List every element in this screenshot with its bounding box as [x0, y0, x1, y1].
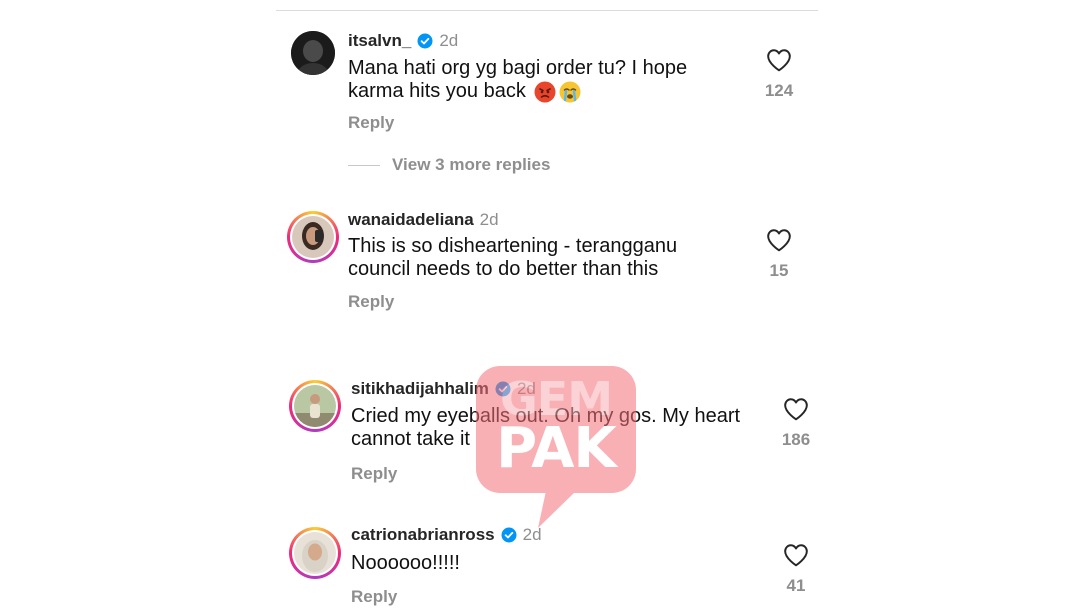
- comment-line: council needs to do better than this: [348, 258, 659, 280]
- like-count: 186: [781, 430, 811, 449]
- like-count: 41: [786, 576, 806, 595]
- comment-line: Noooooo!!!!!: [351, 552, 460, 574]
- avatar-image: [291, 31, 335, 75]
- avatar[interactable]: [291, 31, 335, 75]
- watermark-text-bottom: PAK: [496, 416, 617, 481]
- like-button[interactable]: 15: [754, 228, 804, 281]
- comment-text: Noooooo!!!!!: [351, 552, 751, 575]
- avatar[interactable]: [289, 527, 341, 579]
- avatar-image: [292, 216, 334, 258]
- avatar-image: [294, 532, 336, 574]
- comment-text: Mana hati org yg bagi order tu? I hope k…: [348, 57, 748, 103]
- like-button[interactable]: 124: [754, 48, 804, 101]
- timestamp[interactable]: 2d: [480, 210, 499, 230]
- like-count: 15: [769, 261, 789, 280]
- comment-text: This is so disheartening - terangganu co…: [348, 235, 748, 281]
- angry-face-emoji: [534, 81, 556, 103]
- heart-outline-icon: [767, 229, 791, 252]
- avatar-image: [294, 385, 336, 427]
- heart-outline-icon: [784, 398, 808, 421]
- comment-line: This is so disheartening - terangganu: [348, 235, 678, 257]
- watermark-logo: GEM PAK: [476, 366, 636, 531]
- view-more-label: View 3 more replies: [392, 155, 551, 174]
- avatar[interactable]: [287, 211, 339, 263]
- like-button[interactable]: 41: [771, 543, 821, 596]
- username[interactable]: sitikhadijahhalim: [351, 379, 489, 399]
- reply-button[interactable]: Reply: [348, 292, 394, 312]
- top-divider: [276, 10, 818, 11]
- reply-button[interactable]: Reply: [348, 113, 394, 133]
- username[interactable]: itsalvn_: [348, 31, 411, 51]
- like-button[interactable]: 186: [771, 397, 821, 450]
- reply-button[interactable]: Reply: [351, 464, 397, 484]
- username[interactable]: catrionabrianross: [351, 525, 495, 545]
- timestamp[interactable]: 2d: [439, 31, 458, 51]
- view-more-replies[interactable]: View 3 more replies: [348, 155, 550, 175]
- avatar[interactable]: [289, 380, 341, 432]
- comment-line: cannot take it: [351, 428, 470, 450]
- reply-button[interactable]: Reply: [351, 587, 397, 607]
- crying-face-emoji: [559, 81, 581, 103]
- heart-outline-icon: [784, 544, 808, 567]
- comment-line: Mana hati org yg bagi order tu? I hope: [348, 57, 688, 79]
- divider-line: [348, 164, 380, 166]
- like-count: 124: [764, 81, 794, 100]
- heart-outline-icon: [767, 49, 791, 72]
- verified-badge-icon: [417, 33, 433, 49]
- comment-line: karma hits you back: [348, 80, 526, 102]
- username[interactable]: wanaidadeliana: [348, 210, 474, 230]
